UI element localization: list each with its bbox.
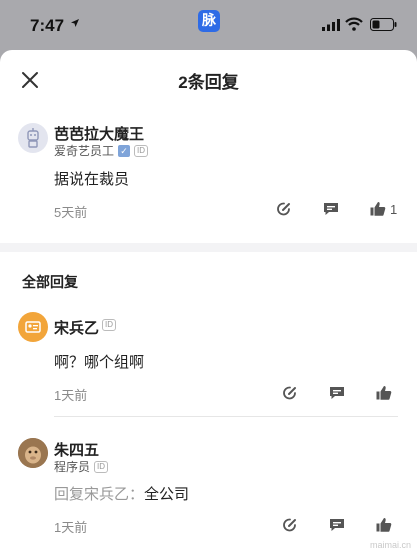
replies-sheet: 2条回复 芭芭拉大魔王 爱奇艺员工 ✓ ID 据说在裁员 5天前 1 全部回复 … (0, 50, 417, 554)
author-meta: 程序员 ID (54, 458, 109, 475)
reply-content: 啊？哪个组啊 (54, 354, 145, 371)
comment-time: 5天前 (54, 205, 88, 220)
avatar[interactable] (18, 312, 48, 342)
edit-reply-icon[interactable] (281, 516, 299, 534)
status-bar: 7:47 脉 (0, 0, 417, 50)
like-icon[interactable] (369, 200, 387, 218)
comment-icon[interactable] (322, 200, 340, 218)
id-tag: ID (134, 144, 149, 157)
author-meta: 爱奇艺员工 ✓ ID (54, 142, 149, 159)
id-tag: ID (94, 460, 109, 473)
monkey-avatar-icon (18, 438, 48, 468)
avatar[interactable] (18, 123, 48, 153)
author-company: 爱奇艺员工 (54, 144, 115, 158)
comment-content: 据说在裁员 (54, 171, 130, 188)
reply-time: 1天前 (54, 388, 88, 403)
robot-avatar-icon (27, 128, 39, 148)
cellular-signal-icon (322, 19, 340, 31)
like-icon[interactable] (375, 516, 393, 534)
edit-reply-icon[interactable] (281, 384, 299, 402)
location-arrow-icon (71, 19, 79, 27)
author-name[interactable]: 芭芭拉大魔王 (54, 123, 144, 144)
avatar[interactable] (18, 438, 48, 468)
author-name[interactable]: 宋兵乙 (54, 317, 99, 338)
like-icon[interactable] (375, 384, 393, 402)
id-tag: ID (102, 319, 116, 331)
battery-icon (370, 18, 397, 31)
status-time: 7:47 (30, 16, 65, 35)
author-title: 程序员 (54, 460, 91, 474)
all-replies-title: 全部回复 (22, 274, 78, 290)
reply-text: 全公司 (144, 486, 190, 503)
edit-reply-icon[interactable] (275, 200, 293, 218)
watermark: maimai.cn (369, 540, 411, 550)
section-separator (0, 243, 417, 252)
author-meta: ID (102, 319, 116, 331)
comment-icon[interactable] (328, 516, 346, 534)
wifi-icon (345, 17, 363, 31)
reply-content: 回复宋兵乙：全公司 (54, 483, 189, 504)
verified-icon: ✓ (118, 144, 131, 157)
reply-time: 1天前 (54, 520, 88, 535)
like-count: 1 (390, 202, 398, 217)
app-badge: 脉 (198, 10, 220, 32)
sheet-header: 2条回复 (0, 50, 417, 106)
id-card-avatar-icon (25, 321, 41, 333)
reply-to-prefix[interactable]: 回复宋兵乙： (54, 486, 144, 503)
sheet-title: 2条回复 (178, 73, 239, 92)
comment-icon[interactable] (328, 384, 346, 402)
divider (54, 416, 398, 417)
author-name[interactable]: 朱四五 (54, 439, 99, 460)
